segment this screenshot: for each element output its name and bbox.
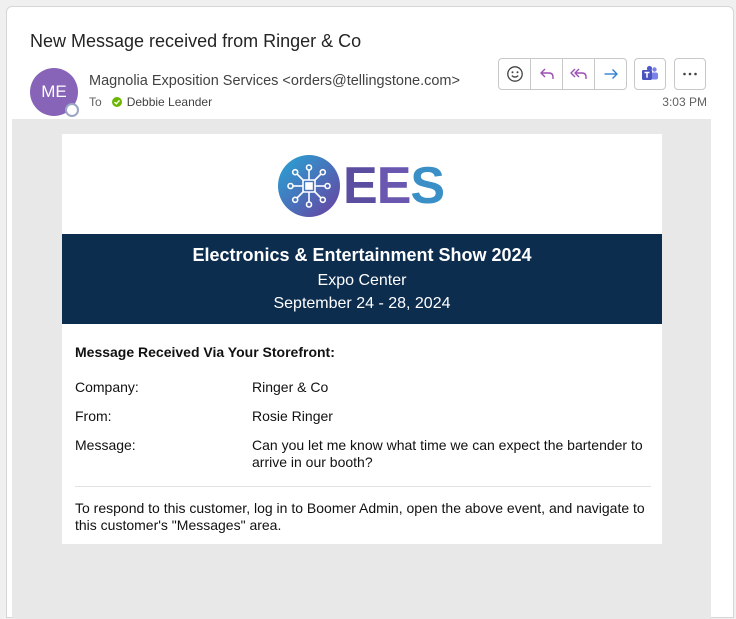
to-label: To bbox=[89, 95, 102, 109]
recipient-row: To Debbie Leander bbox=[89, 95, 212, 109]
teams-icon bbox=[642, 65, 658, 80]
circuit-logo-icon bbox=[278, 155, 340, 217]
detail-label: Company: bbox=[75, 379, 139, 395]
emoji-icon bbox=[506, 66, 523, 82]
sender-display[interactable]: Magnolia Exposition Services <orders@tel… bbox=[89, 73, 460, 89]
detail-label: Message: bbox=[75, 437, 136, 453]
detail-value: Ringer & Co bbox=[252, 379, 329, 395]
detail-value: Can you let me know what time we can exp… bbox=[252, 437, 643, 470]
more-options-icon bbox=[683, 72, 697, 76]
message-details: Message Received Via Your Storefront: Co… bbox=[75, 344, 651, 534]
received-time: 3:03 PM bbox=[662, 95, 707, 109]
response-instructions: To respond to this customer, log in to B… bbox=[75, 500, 645, 533]
recipient-name[interactable]: Debbie Leander bbox=[127, 95, 212, 109]
event-dates: September 24 - 28, 2024 bbox=[273, 295, 451, 312]
logo-wordmark: EES bbox=[343, 157, 445, 215]
message-window: New Message received from Ringer & Co ME… bbox=[6, 6, 734, 619]
email-body: EES Electronics & Entertainment Show 202… bbox=[62, 134, 662, 544]
ees-logo: EES bbox=[277, 154, 445, 218]
reply-all-icon bbox=[569, 68, 587, 79]
presence-status-icon bbox=[65, 103, 79, 117]
forward-button[interactable] bbox=[595, 59, 626, 89]
reply-icon bbox=[539, 68, 554, 79]
reply-all-button[interactable] bbox=[563, 59, 595, 89]
detail-row-company: Company: Ringer & Co bbox=[75, 379, 651, 396]
emoji-reaction-button[interactable] bbox=[499, 59, 531, 89]
divider bbox=[75, 486, 651, 487]
message-actions-toolbar bbox=[498, 58, 627, 90]
details-heading: Message Received Via Your Storefront: bbox=[75, 344, 335, 360]
detail-value: Rosie Ringer bbox=[252, 408, 333, 424]
recipient-available-icon bbox=[111, 97, 122, 107]
event-banner: Electronics & Entertainment Show 2024 Ex… bbox=[62, 234, 662, 324]
detail-label: From: bbox=[75, 408, 112, 424]
detail-row-message: Message: Can you let me know what time w… bbox=[75, 437, 651, 471]
message-subject: New Message received from Ringer & Co bbox=[30, 31, 362, 51]
teams-chat-button[interactable] bbox=[634, 58, 666, 90]
detail-row-from: From: Rosie Ringer bbox=[75, 408, 651, 425]
reading-pane: EES Electronics & Entertainment Show 202… bbox=[12, 119, 711, 619]
event-venue: Expo Center bbox=[317, 272, 407, 289]
forward-icon bbox=[604, 69, 618, 79]
event-title: Electronics & Entertainment Show 2024 bbox=[192, 245, 532, 265]
reply-button[interactable] bbox=[531, 59, 563, 89]
more-options-button[interactable] bbox=[674, 58, 706, 90]
